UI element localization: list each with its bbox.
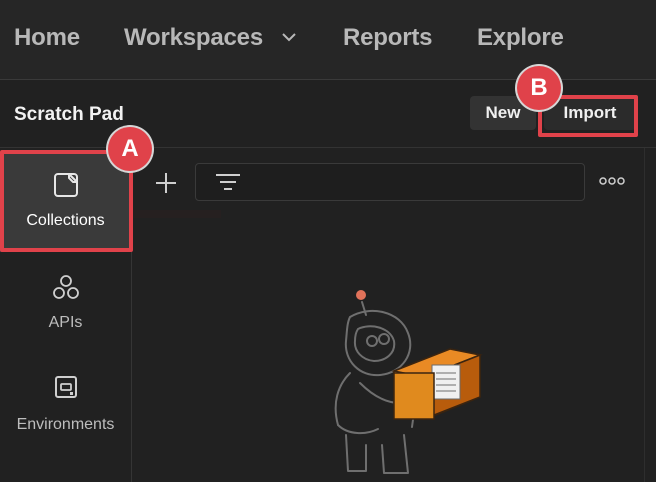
divider <box>133 210 221 218</box>
astronaut-illustration <box>334 290 483 474</box>
top-navigation: Home Workspaces Reports Explore <box>0 0 656 80</box>
nav-workspaces-label: Workspaces <box>124 24 263 51</box>
nav-explore[interactable]: Explore <box>477 24 564 52</box>
more-options-icon[interactable] <box>599 174 625 188</box>
nav-home[interactable]: Home <box>14 24 80 52</box>
sidebar-item-environments[interactable]: Environments <box>0 362 131 462</box>
collections-toolbar <box>133 148 656 218</box>
import-button[interactable]: Import <box>544 96 636 130</box>
search-input[interactable] <box>195 163 585 201</box>
scrollbar-track[interactable] <box>644 148 656 482</box>
environments-icon <box>54 376 77 398</box>
nav-workspaces[interactable]: Workspaces <box>124 24 296 52</box>
sidebar-item-apis[interactable]: APIs <box>0 260 131 360</box>
annotation-badge-a: A <box>108 127 152 171</box>
filter-icon[interactable] <box>215 172 241 192</box>
apis-icon <box>52 275 79 299</box>
sidebar: Collections APIs Environments <box>0 148 132 482</box>
plus-icon[interactable] <box>153 170 179 196</box>
sidebar-item-label: APIs <box>48 314 83 331</box>
collections-icon <box>53 173 78 197</box>
chevron-down-icon <box>282 33 296 42</box>
sidebar-item-label: Environments <box>16 416 115 433</box>
sidebar-item-collections[interactable]: Collections <box>0 152 131 252</box>
workspace-title: Scratch Pad <box>14 104 124 125</box>
sidebar-item-label: Collections <box>26 212 105 229</box>
nav-reports[interactable]: Reports <box>343 24 432 52</box>
annotation-badge-b: B <box>517 66 561 110</box>
